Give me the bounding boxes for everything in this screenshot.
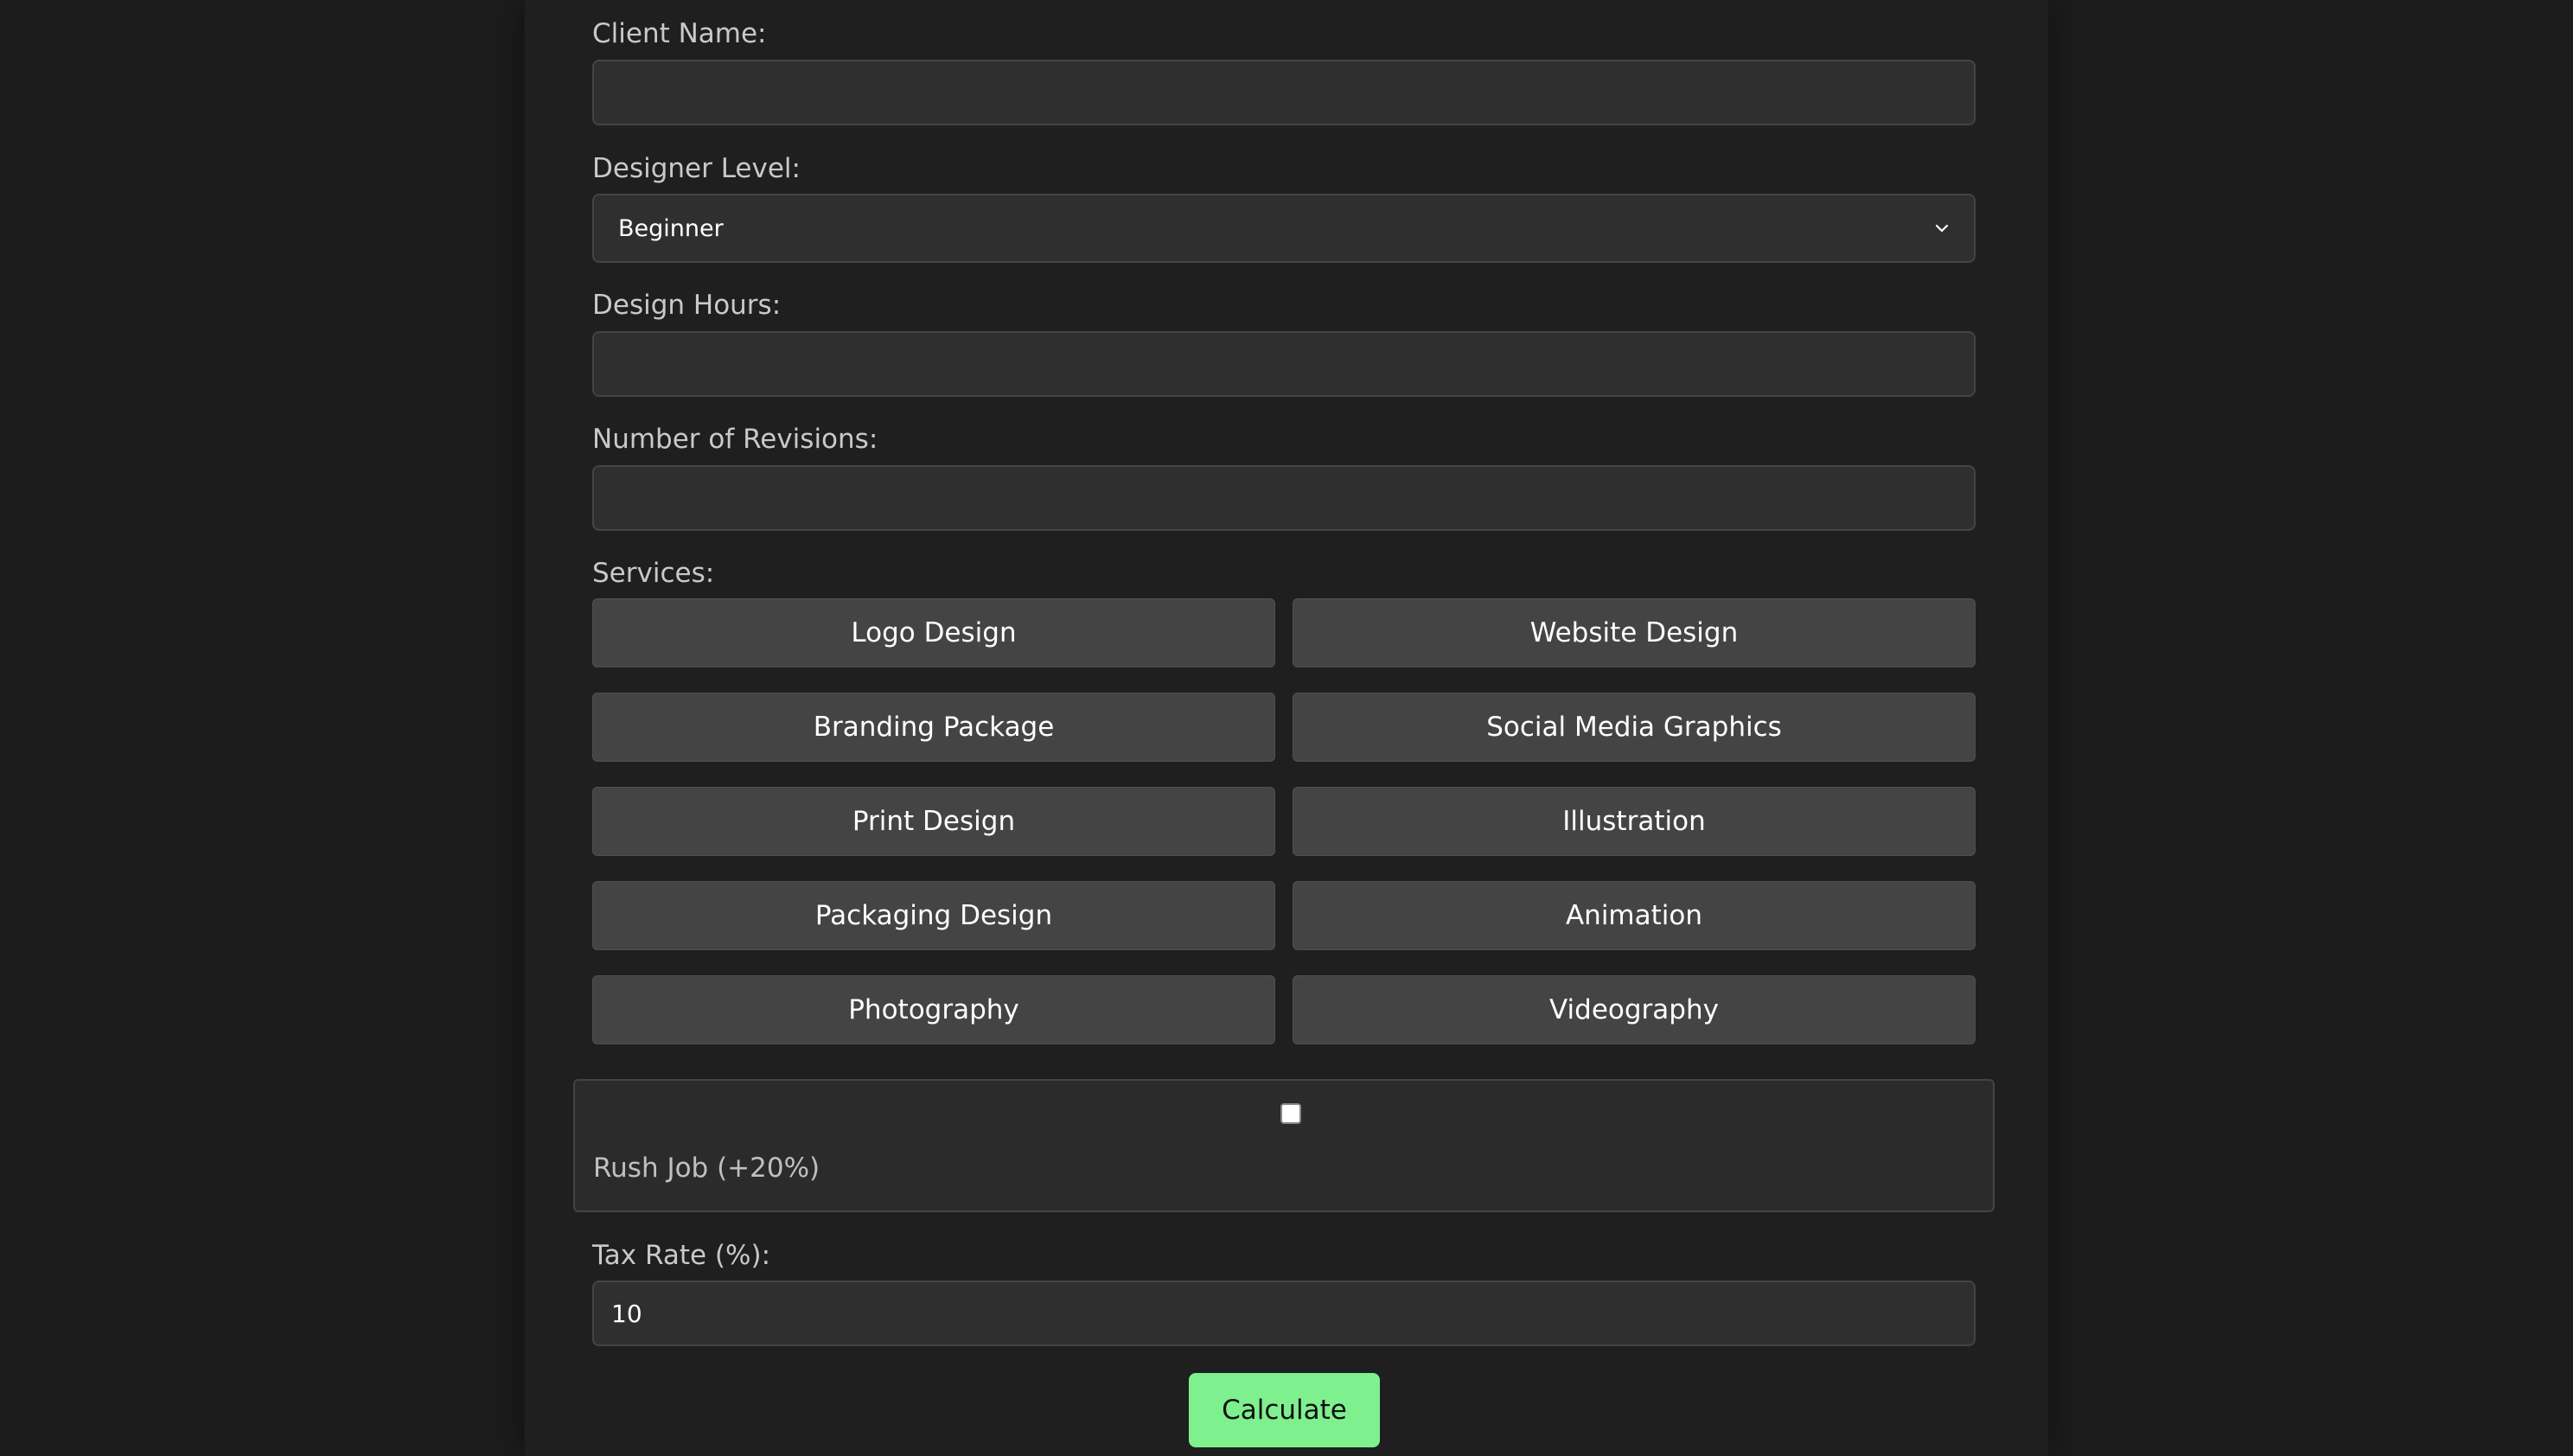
rush-job-container: Rush Job (+20%)	[573, 1079, 1995, 1212]
client-name-input[interactable]	[592, 60, 1976, 125]
chevron-down-icon	[1935, 224, 1949, 233]
service-illustration-button[interactable]: Illustration	[1293, 787, 1976, 856]
tax-rate-label: Tax Rate (%):	[592, 1240, 771, 1271]
designer-level-selected: Beginner	[618, 214, 724, 242]
service-photography-button[interactable]: Photography	[592, 975, 1275, 1044]
designer-level-select[interactable]: Beginner	[592, 194, 1976, 263]
rush-job-checkbox[interactable]	[1280, 1103, 1301, 1124]
design-hours-input[interactable]	[592, 331, 1976, 397]
service-website-design-button[interactable]: Website Design	[1293, 598, 1976, 667]
service-packaging-design-button[interactable]: Packaging Design	[592, 881, 1275, 950]
client-name-label: Client Name:	[592, 18, 767, 49]
calculate-button[interactable]: Calculate	[1189, 1373, 1380, 1447]
tax-rate-input[interactable]	[592, 1280, 1976, 1346]
page: Client Name: Designer Level: Beginner De…	[0, 0, 2573, 1456]
revisions-input[interactable]	[592, 465, 1976, 531]
service-animation-button[interactable]: Animation	[1293, 881, 1976, 950]
service-social-media-graphics-button[interactable]: Social Media Graphics	[1293, 693, 1976, 762]
rush-job-label: Rush Job (+20%)	[593, 1153, 820, 1184]
service-logo-design-button[interactable]: Logo Design	[592, 598, 1275, 667]
services-label: Services:	[592, 558, 715, 589]
service-videography-button[interactable]: Videography	[1293, 975, 1976, 1044]
designer-level-label: Designer Level:	[592, 153, 801, 184]
service-print-design-button[interactable]: Print Design	[592, 787, 1275, 856]
design-hours-label: Design Hours:	[592, 290, 782, 321]
service-branding-package-button[interactable]: Branding Package	[592, 693, 1275, 762]
revisions-label: Number of Revisions:	[592, 424, 878, 455]
